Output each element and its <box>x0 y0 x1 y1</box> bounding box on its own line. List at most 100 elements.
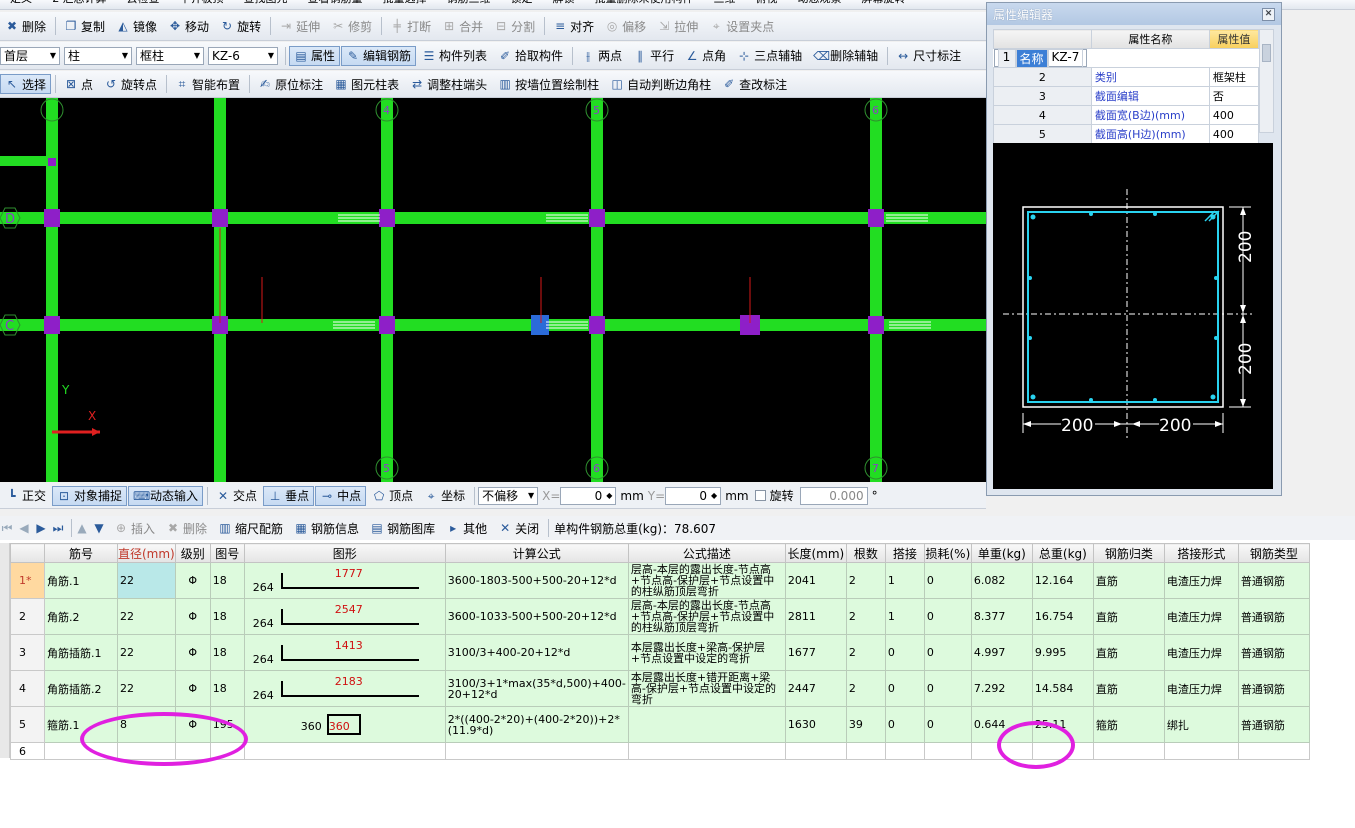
grid-column-header[interactable]: 图形 <box>243 543 446 563</box>
cell-grade[interactable]: Φ <box>174 670 211 707</box>
cell-unit_w[interactable]: 6.082 <box>970 562 1033 599</box>
row-number[interactable]: 4 <box>10 670 45 707</box>
tool-grip[interactable]: ⌖ 设置夹点 <box>704 16 779 36</box>
grid-column-header[interactable]: 图号 <box>209 543 245 563</box>
table-row[interactable]: 1* 角筋.1 22 Φ 18 264 1777 3600-1803-500+500-20+1… <box>10 562 1310 599</box>
tool-pick[interactable]: ✐ 拾取构件 <box>493 46 568 66</box>
cell-fig[interactable]: 18 <box>209 634 245 671</box>
cell-grade[interactable]: Φ <box>174 562 211 599</box>
cell-fig[interactable]: 18 <box>209 562 245 599</box>
top-strip-item[interactable]: 动态观察 <box>797 0 841 5</box>
cell-cls[interactable]: 箍筋 <box>1092 706 1165 743</box>
grid-column-header[interactable]: 总重(kg) <box>1031 543 1094 563</box>
top-strip-item[interactable]: 屏幕旋转 <box>861 0 905 5</box>
tool-vertex[interactable]: ⬠ 顶点 <box>367 486 418 506</box>
cell-formula[interactable]: 2*((400-2*20)+(400-2*20))+2*(11.9*d) <box>444 706 629 743</box>
column[interactable] <box>868 316 884 334</box>
table-row[interactable]: 2 角筋.2 22 Φ 18 264 2547 3600-1033-500+500-20+12… <box>10 598 1310 635</box>
cell-len[interactable]: 1677 <box>784 634 847 671</box>
cell-formula[interactable]: 3600-1803-500+500-20+12*d <box>444 562 629 599</box>
cell-rtype[interactable]: 普通钢筋 <box>1237 706 1310 743</box>
cell-count[interactable]: 39 <box>845 706 886 743</box>
tool-dynamic-input[interactable]: ⌨ 动态输入 <box>128 485 204 506</box>
cell-unit_w[interactable]: 8.377 <box>970 598 1033 635</box>
cell-lap[interactable]: 0 <box>884 670 925 707</box>
cell-len[interactable]: 2811 <box>784 598 847 635</box>
tool-adjust-end[interactable]: ⇄ 调整柱端头 <box>405 74 492 94</box>
table-row[interactable]: 3 角筋插筋.1 22 Φ 18 264 1413 3100/3+400-20+12*d 本层露… <box>10 634 1310 671</box>
cell-rtype[interactable]: 普通钢筋 <box>1237 562 1310 599</box>
tool-perpendicular[interactable]: ⊥ 垂点 <box>263 485 315 506</box>
cell-loss[interactable]: 0 <box>923 706 972 743</box>
tool-delete[interactable]: ✖ 删除 <box>0 16 51 36</box>
tool-select[interactable]: ↖ 选择 <box>0 74 52 94</box>
tool-smart-layout[interactable]: ⌗ 智能布置 <box>170 74 245 94</box>
grid-column-header[interactable]: 损耗(%) <box>923 543 972 563</box>
property-table-scrollbar[interactable] <box>1259 29 1274 133</box>
table-row[interactable]: 4 角筋插筋.2 22 Φ 18 264 2183 3100/3+1*max(35*d,500… <box>10 670 1310 707</box>
row-number[interactable]: 3 <box>10 634 45 671</box>
rebar-shape-cell[interactable]: 360 360 <box>243 706 446 743</box>
empty-cell[interactable] <box>1163 742 1239 760</box>
floor-select[interactable]: 首层 ▼ <box>0 46 60 65</box>
grid-column-header[interactable]: 单重(kg) <box>970 543 1033 563</box>
cell-cls[interactable]: 直筋 <box>1092 598 1165 635</box>
tool-two-point[interactable]: ⫲ 两点 <box>576 46 627 66</box>
move-up-icon[interactable]: ▲ <box>75 521 89 535</box>
tool-stretch[interactable]: ⇲ 拉伸 <box>652 16 703 36</box>
cell-fig[interactable]: 18 <box>209 598 245 635</box>
component-select[interactable]: KZ-6 ▼ <box>208 46 278 65</box>
cell-lap[interactable]: 0 <box>884 634 925 671</box>
cell-total_w[interactable]: 12.164 <box>1031 562 1094 599</box>
offset-mode-select[interactable]: 不偏移 ▼ <box>478 486 539 505</box>
cell-count[interactable]: 2 <box>845 562 886 599</box>
cell-total_w[interactable]: 9.995 <box>1031 634 1094 671</box>
cell-lap_type[interactable]: 电渣压力焊 <box>1163 670 1239 707</box>
cell-rtype[interactable]: 普通钢筋 <box>1237 598 1310 635</box>
tool-in-place-annotation[interactable]: ✍ 原位标注 <box>253 74 328 94</box>
top-strip-item[interactable]: 平齐板顶 <box>179 0 223 5</box>
cell-dia[interactable]: 22 <box>117 634 176 671</box>
cell-lap_type[interactable]: 电渣压力焊 <box>1163 598 1239 635</box>
cell-total_w[interactable]: 16.754 <box>1031 598 1094 635</box>
cell-cls[interactable]: 直筋 <box>1092 634 1165 671</box>
plan-view-svg[interactable]: 4 5 6 5 6 7 D C X Y <box>0 98 986 482</box>
tool-edit-rebar[interactable]: ✎ 编辑钢筋 <box>341 45 417 66</box>
cell-lap_type[interactable]: 电渣压力焊 <box>1163 562 1239 599</box>
row-number[interactable]: 5 <box>10 706 45 743</box>
tool-wall-column[interactable]: ▥ 按墙位置绘制柱 <box>493 74 604 94</box>
scrollbar-thumb[interactable] <box>1262 44 1271 62</box>
cell-name[interactable]: 角筋.1 <box>44 562 118 599</box>
grid-column-header[interactable]: 搭接 <box>884 543 925 563</box>
cell-unit_w[interactable]: 4.997 <box>970 634 1033 671</box>
grid-column-header[interactable]: 级别 <box>174 543 211 563</box>
top-strip-item[interactable]: 钢筋三维 <box>446 0 490 5</box>
top-strip-item[interactable]: 云检查 <box>126 0 159 5</box>
cell-count[interactable]: 2 <box>845 598 886 635</box>
cell-lap[interactable]: 1 <box>884 598 925 635</box>
top-strip-item[interactable]: 批量选择 <box>382 0 426 5</box>
cell-cls[interactable]: 直筋 <box>1092 562 1165 599</box>
empty-cell[interactable] <box>243 742 446 760</box>
tool-move[interactable]: ✥ 移动 <box>163 16 214 36</box>
tool-merge[interactable]: ⊞ 合并 <box>437 16 488 36</box>
cell-loss[interactable]: 0 <box>923 562 972 599</box>
empty-cell[interactable] <box>1092 742 1165 760</box>
spin-icon[interactable]: ◆ <box>606 491 612 500</box>
grid-tool-close-panel[interactable]: ✕ 关闭 <box>493 518 544 538</box>
cell-formula[interactable]: 3100/3+1*max(35*d,500)+400-20+12*d <box>444 670 629 707</box>
property-value[interactable]: KZ-7 <box>1047 48 1084 68</box>
cell-name[interactable]: 角筋插筋.1 <box>44 634 118 671</box>
rebar-shape-cell[interactable]: 264 1777 <box>243 562 446 599</box>
column[interactable] <box>48 158 56 166</box>
cell-fig[interactable]: 18 <box>209 670 245 707</box>
column[interactable] <box>589 316 605 334</box>
grid-tool-scale-rebar[interactable]: ▥ 缩尺配筋 <box>213 518 288 538</box>
top-strip-item[interactable]: 俯视 <box>755 0 777 5</box>
rotate-input[interactable]: 0.000 <box>799 486 868 505</box>
top-strip-item[interactable]: 批量删除未使用构件 <box>594 0 693 5</box>
tool-object-snap[interactable]: ⊡ 对象捕捉 <box>52 485 128 506</box>
top-strip-item[interactable]: 锁定 <box>510 0 532 5</box>
cell-lap_type[interactable]: 绑扎 <box>1163 706 1239 743</box>
tool-ortho[interactable]: ┗ 正交 <box>0 486 51 506</box>
